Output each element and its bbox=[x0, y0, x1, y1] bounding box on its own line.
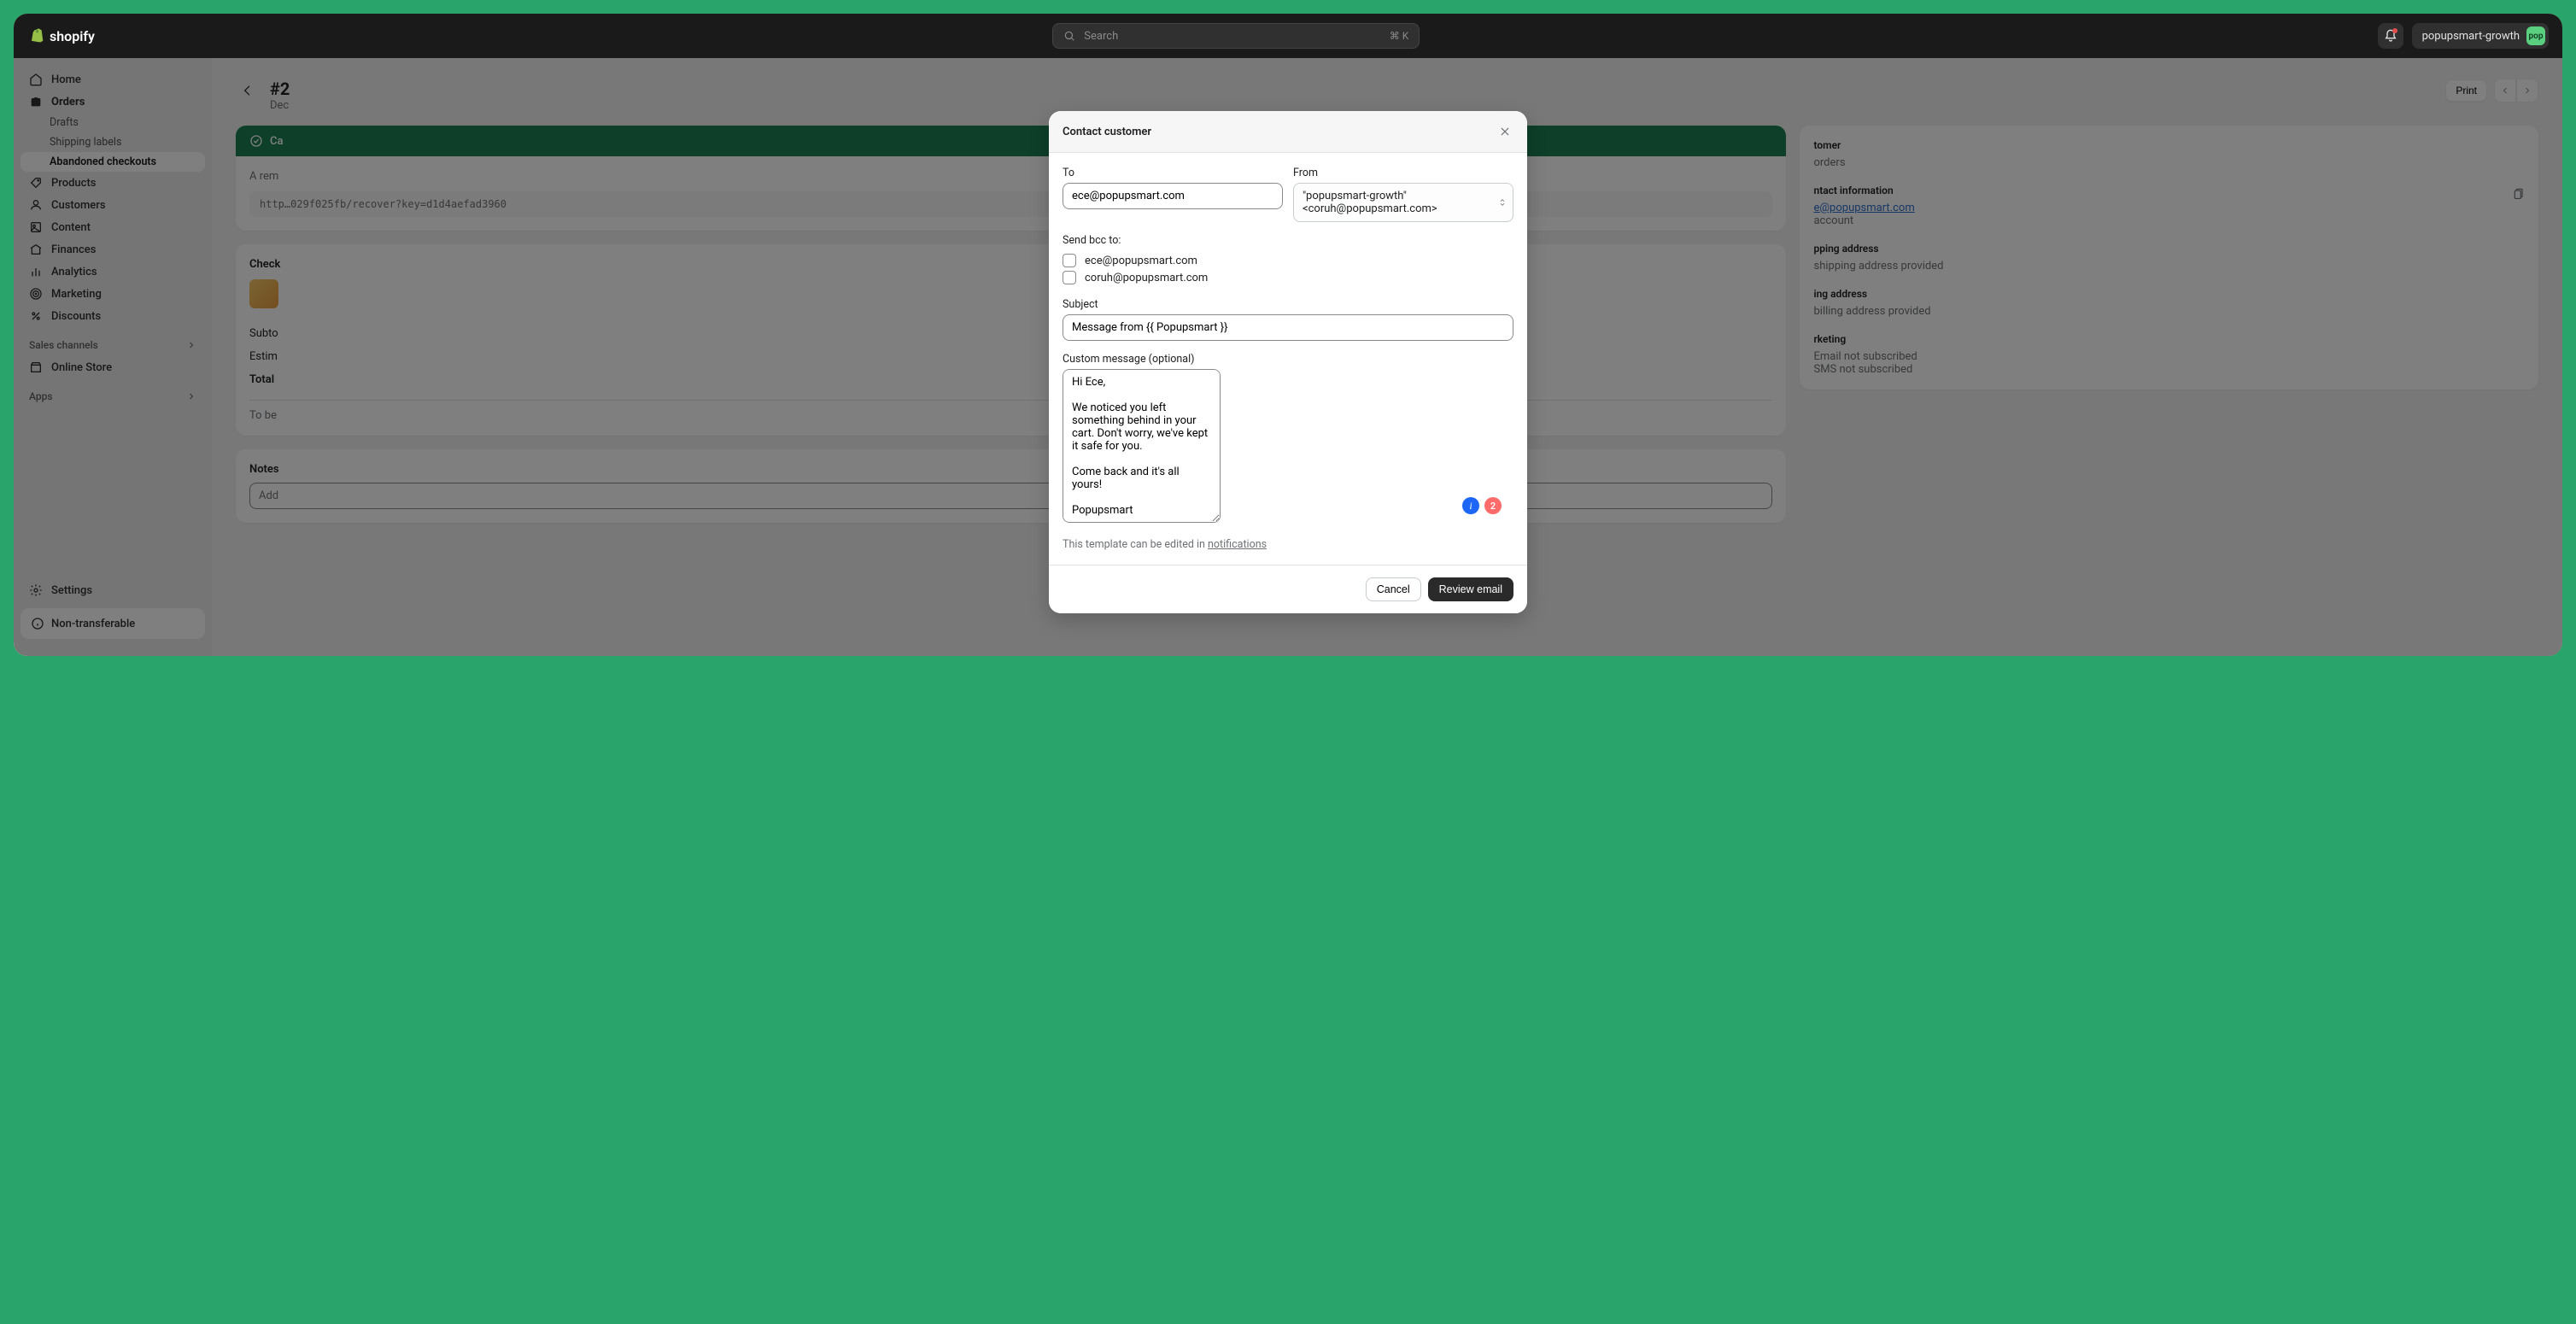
modal-footer: Cancel Review email bbox=[1049, 565, 1527, 613]
chevron-updown-icon bbox=[1498, 196, 1507, 208]
app-window: shopify Search ⌘ K popupsmart-growth pop… bbox=[14, 14, 2562, 656]
cancel-button[interactable]: Cancel bbox=[1366, 577, 1421, 601]
contact-customer-modal: Contact customer To From bbox=[1049, 111, 1527, 613]
account-button[interactable]: popupsmart-growth pop bbox=[2412, 23, 2549, 49]
search-icon bbox=[1063, 30, 1075, 42]
from-select[interactable]: "popupsmart-growth" <coruh@popupsmart.co… bbox=[1293, 183, 1513, 222]
bcc-label: Send bcc to: bbox=[1063, 234, 1513, 247]
issue-count-badge[interactable]: 2 bbox=[1484, 497, 1502, 514]
info-badge-icon[interactable]: i bbox=[1462, 497, 1479, 514]
avatar: pop bbox=[2526, 26, 2545, 45]
to-label: To bbox=[1063, 167, 1283, 179]
checkbox-icon bbox=[1063, 271, 1076, 284]
modal-overlay[interactable]: Contact customer To From bbox=[14, 58, 2562, 656]
close-button[interactable] bbox=[1496, 123, 1513, 140]
search-input[interactable]: Search ⌘ K bbox=[1052, 23, 1420, 49]
topbar: shopify Search ⌘ K popupsmart-growth pop bbox=[14, 14, 2562, 58]
bell-icon bbox=[2384, 29, 2397, 43]
account-name: popupsmart-growth bbox=[2422, 30, 2520, 43]
search-placeholder: Search bbox=[1084, 30, 1118, 43]
bcc-option-2[interactable]: coruh@popupsmart.com bbox=[1063, 269, 1513, 286]
modal-header: Contact customer bbox=[1049, 111, 1527, 153]
bcc-option-1[interactable]: ece@popupsmart.com bbox=[1063, 252, 1513, 269]
notifications-link[interactable]: notifications bbox=[1208, 538, 1267, 551]
from-label: From bbox=[1293, 167, 1513, 179]
to-input[interactable] bbox=[1063, 183, 1283, 209]
topbar-right: popupsmart-growth pop bbox=[2378, 23, 2549, 49]
grammar-badges: i 2 bbox=[1462, 497, 1502, 514]
search-wrap: Search ⌘ K bbox=[105, 23, 2368, 49]
modal-body: To From "popupsmart-growth" <coruh@popup… bbox=[1049, 153, 1527, 565]
body-area: Home Orders Drafts Shipping labels Aband… bbox=[14, 58, 2562, 656]
review-email-button[interactable]: Review email bbox=[1428, 577, 1513, 601]
checkbox-icon bbox=[1063, 254, 1076, 267]
close-icon bbox=[1499, 126, 1511, 138]
brand-name: shopify bbox=[50, 28, 95, 44]
template-hint: This template can be edited in notificat… bbox=[1063, 538, 1513, 551]
notifications-button[interactable] bbox=[2378, 23, 2403, 49]
brand-logo: shopify bbox=[27, 27, 95, 44]
message-textarea[interactable] bbox=[1063, 369, 1221, 523]
body-label: Custom message (optional) bbox=[1063, 353, 1513, 366]
search-kbd: ⌘ K bbox=[1390, 30, 1409, 42]
subject-input[interactable] bbox=[1063, 314, 1513, 341]
modal-title: Contact customer bbox=[1063, 126, 1151, 138]
subject-label: Subject bbox=[1063, 298, 1513, 311]
